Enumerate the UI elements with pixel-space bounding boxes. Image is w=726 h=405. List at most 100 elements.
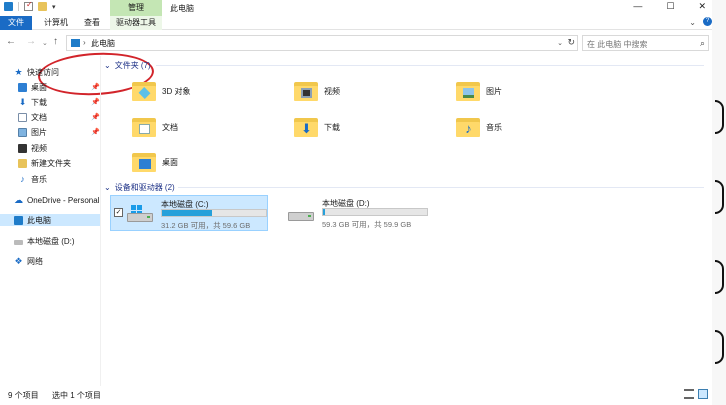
folder-label: 文档 xyxy=(162,122,178,132)
breadcrumb[interactable]: 此电脑 xyxy=(91,38,115,49)
folder-label: 桌面 xyxy=(162,157,178,167)
maximize-button[interactable]: ☐ xyxy=(666,1,674,12)
search-input[interactable]: 在 此电脑 中搜索 ⌕ xyxy=(582,35,709,51)
sidebar-item-quick-access[interactable]: ★ 快速访问 xyxy=(14,66,100,78)
sidebar-item-videos[interactable]: 视频 xyxy=(18,142,104,154)
sidebar-item-this-pc[interactable]: 此电脑 xyxy=(0,214,100,226)
tab-file[interactable]: 文件 xyxy=(0,16,32,30)
ribbon-tabs: 文件 计算机 查看 驱动器工具 ⌄ ? xyxy=(0,16,712,30)
divider xyxy=(18,2,19,11)
download-icon: ⬇ xyxy=(18,96,27,107)
sidebar-item-downloads[interactable]: ⬇ 下载 📌 xyxy=(18,96,104,108)
folder-tile-desktop[interactable]: 桌面 xyxy=(104,145,264,179)
recent-locations-dropdown[interactable]: ⌄ xyxy=(42,39,48,47)
back-button[interactable]: ← xyxy=(6,36,16,47)
quick-access-toolbar: ▾ xyxy=(4,0,56,11)
sidebar-item-label: OneDrive - Personal xyxy=(27,195,100,205)
drive-icon xyxy=(288,204,314,224)
drive-icon xyxy=(14,239,23,245)
manage-contextual-tab[interactable]: 管理 xyxy=(110,0,162,16)
drive-free-space: 31.2 GB 可用，共 59.6 GB xyxy=(161,221,251,230)
background-doodle xyxy=(712,0,726,405)
sidebar-item-documents[interactable]: 文档 📌 xyxy=(18,111,104,123)
folder-3d-objects-icon xyxy=(132,80,156,102)
sidebar-item-label: 文档 xyxy=(31,112,47,122)
divider xyxy=(156,65,704,66)
video-icon xyxy=(18,143,27,153)
sidebar-item-drive-d[interactable]: 本地磁盘 (D:) xyxy=(14,235,100,247)
sidebar-item-pictures[interactable]: 图片 📌 xyxy=(18,126,104,138)
file-explorer-window: ▾ 管理 此电脑 — ☐ ✕ 文件 计算机 查看 驱动器工具 ⌄ ? ← → ⌄… xyxy=(0,0,712,405)
properties-icon[interactable] xyxy=(24,0,33,11)
sidebar-item-network[interactable]: ❖ 网络 xyxy=(14,255,100,267)
desktop-icon xyxy=(18,82,27,92)
sidebar-item-music[interactable]: ♪ 音乐 xyxy=(18,173,104,185)
sidebar-item-onedrive[interactable]: ☁ OneDrive - Personal xyxy=(14,194,100,206)
document-icon xyxy=(18,112,27,122)
sidebar-item-desktop[interactable]: 桌面 📌 xyxy=(18,81,104,93)
drive-tile-d[interactable]: 本地磁盘 (D:) 59.3 GB 可用，共 59.9 GB xyxy=(272,195,430,231)
minimize-button[interactable]: — xyxy=(633,1,642,12)
sidebar-item-label: 图片 xyxy=(31,127,47,137)
folder-label: 3D 对象 xyxy=(162,86,191,96)
search-icon[interactable]: ⌕ xyxy=(700,38,705,49)
sidebar-item-new-folder[interactable]: 新建文件夹 xyxy=(18,157,104,169)
pin-icon: 📌 xyxy=(91,99,100,106)
sidebar-item-label: 下载 xyxy=(31,97,47,107)
content-pane: ⌄ 文件夹 (7) 3D 对象 视频 图片 文档 ⬇ 下载 ♪ 音乐 桌面 ⌄ … xyxy=(104,58,708,383)
group-title: 文件夹 (7) xyxy=(114,60,151,70)
pin-icon: 📌 xyxy=(91,114,100,121)
folder-tile-3d-objects[interactable]: 3D 对象 xyxy=(104,74,264,108)
folder-desktop-icon xyxy=(132,151,156,173)
drive-tile-c[interactable]: ✓ 本地磁盘 (C:) 31.2 GB 可用，共 59.6 GB xyxy=(110,195,268,231)
folder-tile-documents[interactable]: 文档 xyxy=(104,110,264,144)
sidebar-item-label: 桌面 xyxy=(31,82,47,92)
title-bar: ▾ 管理 此电脑 — ☐ ✕ xyxy=(0,0,712,16)
chevron-down-icon[interactable]: ⌄ xyxy=(104,61,111,70)
window-controls: — ☐ ✕ xyxy=(633,1,706,12)
tab-view[interactable]: 查看 xyxy=(84,16,100,30)
this-pc-icon xyxy=(4,2,13,11)
new-folder-icon[interactable] xyxy=(38,2,47,11)
breadcrumb-separator[interactable]: › xyxy=(83,38,86,47)
sidebar-item-label: 网络 xyxy=(27,256,43,266)
folder-label: 下载 xyxy=(324,122,340,132)
picture-icon xyxy=(18,127,27,137)
music-icon: ♪ xyxy=(20,173,25,184)
folder-pictures-icon xyxy=(456,80,480,102)
drive-free-space: 59.3 GB 可用，共 59.9 GB xyxy=(322,220,412,229)
folder-downloads-icon: ⬇ xyxy=(294,116,318,138)
item-checkbox[interactable]: ✓ xyxy=(114,208,123,217)
sidebar-item-label: 视频 xyxy=(31,143,47,153)
refresh-icon[interactable]: ↻ xyxy=(567,37,575,48)
help-icon[interactable]: ? xyxy=(703,17,712,26)
tab-drive-tools[interactable]: 驱动器工具 xyxy=(116,16,156,30)
forward-button[interactable]: → xyxy=(26,36,36,47)
large-icons-view-button[interactable] xyxy=(698,389,708,399)
folder-label: 音乐 xyxy=(486,122,502,132)
chevron-down-icon[interactable]: ⌄ xyxy=(104,183,111,192)
network-icon: ❖ xyxy=(14,255,23,266)
sidebar-item-label: 快速访问 xyxy=(27,67,59,77)
group-header-folders[interactable]: ⌄ 文件夹 (7) xyxy=(104,59,151,71)
customize-toolbar-dropdown[interactable]: ▾ xyxy=(52,3,56,11)
system-drive-icon xyxy=(127,205,153,225)
close-button[interactable]: ✕ xyxy=(698,1,706,12)
address-history-dropdown[interactable]: ⌄ xyxy=(557,39,563,47)
details-view-button[interactable] xyxy=(684,389,694,399)
tab-computer[interactable]: 计算机 xyxy=(44,16,68,30)
folder-tile-downloads[interactable]: ⬇ 下载 xyxy=(266,110,426,144)
folder-tile-videos[interactable]: 视频 xyxy=(266,74,426,108)
folder-tile-music[interactable]: ♪ 音乐 xyxy=(428,110,588,144)
onedrive-icon: ☁ xyxy=(14,194,23,205)
up-button[interactable]: ↑ xyxy=(53,36,58,47)
address-bar[interactable]: › 此电脑 ⌄ ↻ xyxy=(66,35,578,51)
window-title: 此电脑 xyxy=(170,4,194,13)
folder-documents-icon xyxy=(132,116,156,138)
folder-tile-pictures[interactable]: 图片 xyxy=(428,74,588,108)
group-header-drives[interactable]: ⌄ 设备和驱动器 (2) xyxy=(104,181,175,193)
drive-usage-bar xyxy=(322,208,428,216)
pin-icon: 📌 xyxy=(91,84,100,91)
search-placeholder: 在 此电脑 中搜索 xyxy=(587,40,648,49)
expand-ribbon-icon[interactable]: ⌄ xyxy=(689,18,696,27)
